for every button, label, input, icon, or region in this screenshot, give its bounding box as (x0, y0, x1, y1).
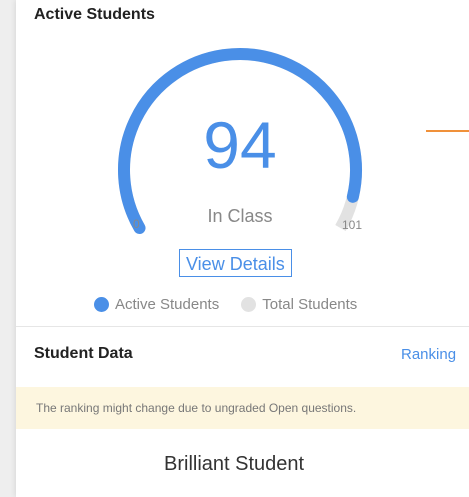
section-divider (16, 326, 469, 327)
legend-label: Total Students (262, 296, 358, 313)
gauge-max-label: 101 (342, 218, 363, 232)
gauge-value: 94 (203, 108, 277, 182)
legend-dot-icon (241, 297, 257, 312)
ranking-notice-text: The ranking might change due to ungraded… (36, 401, 357, 415)
legend-label: Active Students (115, 296, 220, 313)
gauge-min-label: 0 (133, 217, 140, 231)
side-chart-line (426, 130, 469, 132)
legend-item-active: Active Students (94, 296, 219, 313)
ranking-link[interactable]: Ranking (401, 346, 456, 363)
ranking-notice-banner: The ranking might change due to ungraded… (16, 387, 469, 429)
student-data-title: Student Data (34, 345, 133, 362)
legend-dot-icon (94, 297, 109, 312)
gauge-caption: In Class (207, 206, 273, 226)
active-students-card: Active Students 94 In Class 0 101 View D… (16, 0, 469, 497)
gauge-legend: Active Students Total Students (94, 296, 379, 313)
legend-item-total: Total Students (241, 296, 357, 313)
list-heading-text: Brilliant Student (164, 453, 305, 475)
view-details-button[interactable]: View Details (179, 249, 292, 277)
